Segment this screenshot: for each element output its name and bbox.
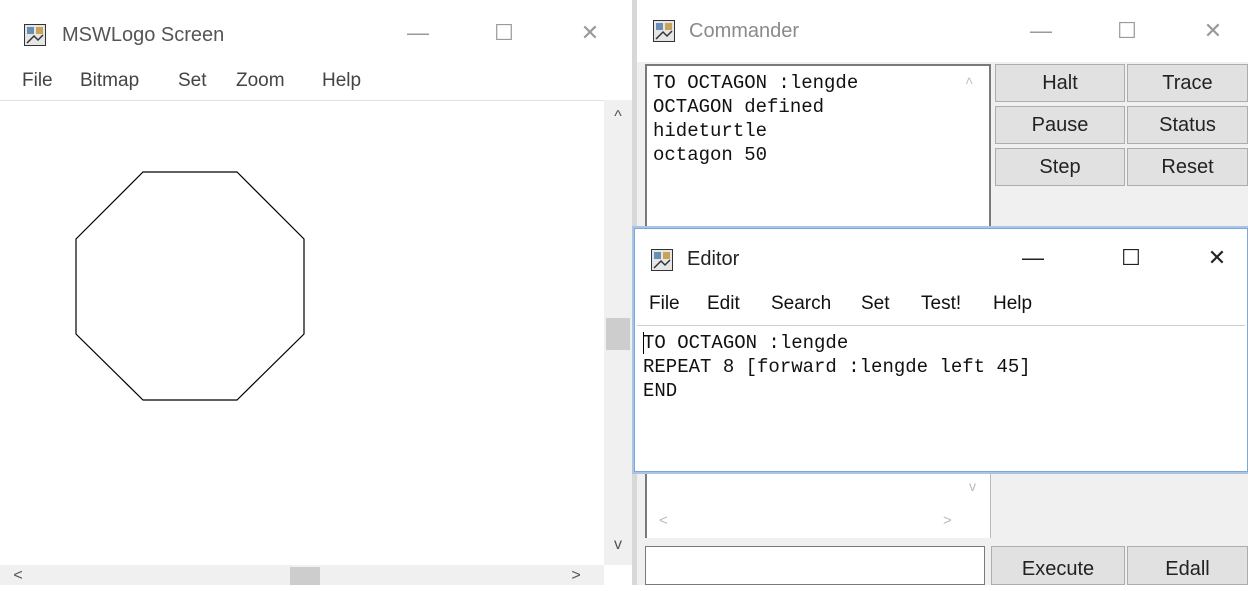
editor-line: REPEAT 8 [forward :lengde left 45] <box>643 356 1031 378</box>
commander-app-icon <box>653 20 675 42</box>
turtle-canvas[interactable] <box>0 101 604 565</box>
editor-window-title: Editor <box>687 248 740 270</box>
trace-button[interactable]: Trace <box>1127 64 1248 102</box>
screen-menu-file[interactable]: File <box>22 70 53 92</box>
scroll-up-arrow-icon[interactable]: ^ <box>604 108 632 126</box>
screen-titlebar[interactable]: MSWLogo Screen — ☐ ✕ <box>0 0 632 68</box>
commander-close-button[interactable]: ✕ <box>1193 18 1233 44</box>
halt-button[interactable]: Halt <box>995 64 1125 102</box>
output-line: TO OCTAGON :lengde <box>653 72 859 94</box>
screen-horizontal-scrollbar[interactable]: < > <box>0 565 604 585</box>
editor-maximize-button[interactable]: ☐ <box>1111 245 1151 271</box>
editor-menu-test[interactable]: Test! <box>921 293 961 315</box>
screen-menu-zoom[interactable]: Zoom <box>236 70 285 92</box>
commander-input[interactable] <box>645 546 985 585</box>
output-line: OCTAGON defined <box>653 96 825 118</box>
commander-titlebar[interactable]: Commander — ☐ ✕ <box>637 0 1248 62</box>
screen-menu-help[interactable]: Help <box>322 70 361 92</box>
editor-line: END <box>643 380 678 402</box>
commander-output-list[interactable]: TO OCTAGON :lengde OCTAGON defined hidet… <box>645 64 991 234</box>
scroll-right-arrow-icon[interactable]: > <box>566 567 586 585</box>
editor-minimize-button[interactable]: — <box>1013 245 1053 271</box>
editor-titlebar[interactable]: Editor — ☐ ✕ <box>635 229 1247 287</box>
editor-menu-search[interactable]: Search <box>771 293 831 315</box>
output-scroll-right-icon[interactable]: > <box>943 512 952 529</box>
editor-line: TO OCTAGON :lengde <box>643 332 849 354</box>
output-scroll-left-icon[interactable]: < <box>659 512 668 529</box>
reset-button[interactable]: Reset <box>1127 148 1248 186</box>
edall-button[interactable]: Edall <box>1127 546 1248 585</box>
output-line: octagon 50 <box>653 144 768 166</box>
commander-maximize-button[interactable]: ☐ <box>1107 18 1147 44</box>
screen-menu-set[interactable]: Set <box>178 70 207 92</box>
output-scroll-down-icon[interactable]: v <box>969 478 976 494</box>
output-line: hideturtle <box>653 120 768 142</box>
editor-menu-help[interactable]: Help <box>993 293 1032 315</box>
editor-menu-edit[interactable]: Edit <box>707 293 740 315</box>
editor-menu-bar: File Edit Search Set Test! Help <box>635 293 1247 321</box>
mswlogo-app-icon <box>24 24 46 46</box>
vertical-scroll-thumb[interactable] <box>606 318 630 350</box>
screen-close-button[interactable]: ✕ <box>570 20 610 46</box>
commander-window-title: Commander <box>689 20 800 42</box>
editor-window: Editor — ☐ ✕ File Edit Search Set Test! … <box>634 228 1248 472</box>
pause-button[interactable]: Pause <box>995 106 1125 144</box>
horizontal-scroll-thumb[interactable] <box>290 567 320 585</box>
octagon-drawing <box>75 171 305 401</box>
execute-button[interactable]: Execute <box>991 546 1125 585</box>
editor-text-area[interactable]: TO OCTAGON :lengde REPEAT 8 [forward :le… <box>637 325 1245 468</box>
editor-menu-set[interactable]: Set <box>861 293 890 315</box>
screen-maximize-button[interactable]: ☐ <box>484 20 524 46</box>
editor-close-button[interactable]: ✕ <box>1197 245 1237 271</box>
output-scroll-up-icon[interactable]: ^ <box>965 76 973 92</box>
editor-menu-file[interactable]: File <box>649 293 680 315</box>
commander-minimize-button[interactable]: — <box>1021 18 1061 44</box>
status-button[interactable]: Status <box>1127 106 1248 144</box>
screen-menu-bitmap[interactable]: Bitmap <box>80 70 139 92</box>
screen-menu-bar: File Bitmap Set Zoom Help <box>0 70 632 98</box>
editor-app-icon <box>651 249 673 271</box>
scroll-down-arrow-icon[interactable]: v <box>604 536 632 554</box>
mswlogo-screen-window: MSWLogo Screen — ☐ ✕ File Bitmap Set Zoo… <box>0 0 632 585</box>
step-button[interactable]: Step <box>995 148 1125 186</box>
scroll-left-arrow-icon[interactable]: < <box>8 567 28 585</box>
screen-window-title: MSWLogo Screen <box>62 24 225 46</box>
commander-output-lower[interactable]: v < > <box>645 468 991 538</box>
screen-vertical-scrollbar[interactable]: ^ v <box>604 100 632 565</box>
screen-minimize-button[interactable]: — <box>398 20 438 46</box>
